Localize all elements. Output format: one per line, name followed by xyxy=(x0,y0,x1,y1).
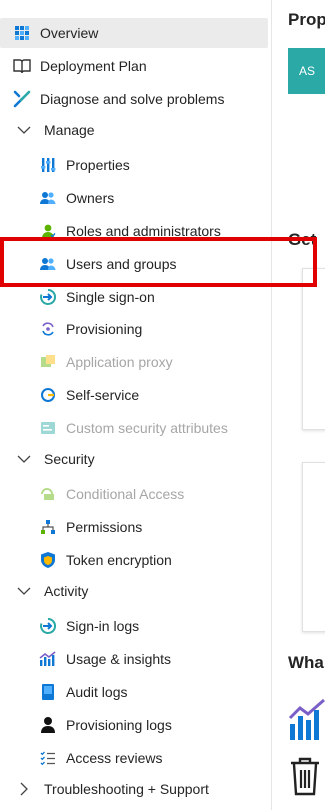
nav-label: Properties xyxy=(66,157,130,173)
self-service-icon xyxy=(38,385,58,405)
book-icon xyxy=(12,56,32,76)
wrench-icon xyxy=(12,89,32,109)
sign-in-icon xyxy=(38,616,58,636)
nav-label: Custom security attributes xyxy=(66,420,228,436)
overview-grid-icon xyxy=(12,23,32,43)
nav-audit-logs[interactable]: Audit logs xyxy=(0,677,268,707)
permissions-icon xyxy=(38,517,58,537)
app-avatar: AS xyxy=(288,48,325,94)
nav-label: Diagnose and solve problems xyxy=(40,91,225,107)
conditional-access-icon xyxy=(38,484,58,504)
nav-label: Usage & insights xyxy=(66,651,172,667)
highlight-box xyxy=(0,237,317,287)
nav-label: Overview xyxy=(40,25,99,41)
section-label: Activity xyxy=(44,583,89,599)
nav-label: Application proxy xyxy=(66,354,173,370)
nav-usage-insights[interactable]: Usage & insights xyxy=(0,644,268,674)
nav-owners[interactable]: Owners xyxy=(0,183,268,213)
insights-icon xyxy=(288,698,325,747)
insights-icon xyxy=(38,649,58,669)
nav-label: Owners xyxy=(66,190,115,206)
section-label: Troubleshooting + Support xyxy=(44,781,209,797)
app-proxy-icon xyxy=(38,352,58,372)
nav-label: Access reviews xyxy=(66,750,163,766)
section-troubleshooting-support[interactable]: Troubleshooting + Support xyxy=(0,774,268,804)
nav-label: Permissions xyxy=(66,519,143,535)
nav-label: Provisioning logs xyxy=(66,717,172,733)
shield-icon xyxy=(38,550,58,570)
custom-attributes-icon xyxy=(38,418,58,438)
access-reviews-icon xyxy=(38,748,58,768)
nav-conditional-access[interactable]: Conditional Access xyxy=(0,479,268,509)
nav-label: Provisioning xyxy=(66,321,143,337)
nav-application-proxy[interactable]: Application proxy xyxy=(0,347,268,377)
nav-overview[interactable]: Overview xyxy=(0,18,268,48)
left-nav: Overview Deployment Plan Diagnose and so… xyxy=(0,0,272,810)
whats-new-heading: Wha xyxy=(288,653,324,672)
nav-deployment-plan[interactable]: Deployment Plan xyxy=(0,51,268,81)
sso-icon xyxy=(38,287,58,307)
section-activity[interactable]: Activity xyxy=(0,576,268,606)
nav-token-encryption[interactable]: Token encryption xyxy=(0,545,268,575)
chevron-right-icon xyxy=(14,779,34,799)
section-label: Security xyxy=(44,451,95,467)
section-manage[interactable]: Manage xyxy=(0,115,268,145)
nav-label: Conditional Access xyxy=(66,486,185,502)
nav-label: Deployment Plan xyxy=(40,58,147,74)
getting-started-card[interactable] xyxy=(302,462,325,632)
audit-icon xyxy=(38,682,58,702)
chevron-down-icon xyxy=(14,120,34,140)
nav-access-reviews[interactable]: Access reviews xyxy=(0,743,268,773)
properties-heading: Prop xyxy=(288,10,325,29)
provisioning-icon xyxy=(38,319,58,339)
nav-properties[interactable]: Properties xyxy=(0,150,268,180)
trash-icon[interactable] xyxy=(288,756,322,801)
section-label: Manage xyxy=(44,122,95,138)
person-icon xyxy=(38,715,58,735)
nav-provisioning[interactable]: Provisioning xyxy=(0,314,268,344)
nav-diagnose[interactable]: Diagnose and solve problems xyxy=(0,84,268,114)
chevron-down-icon xyxy=(14,449,34,469)
owners-icon xyxy=(38,188,58,208)
getting-started-card[interactable] xyxy=(302,268,325,430)
nav-provisioning-logs[interactable]: Provisioning logs xyxy=(0,710,268,740)
nav-label: Self-service xyxy=(66,387,140,403)
nav-label: Audit logs xyxy=(66,684,128,700)
nav-label: Single sign-on xyxy=(66,289,155,305)
nav-label: Sign-in logs xyxy=(66,618,140,634)
nav-custom-security-attributes[interactable]: Custom security attributes xyxy=(0,413,268,443)
section-security[interactable]: Security xyxy=(0,444,268,474)
chevron-down-icon xyxy=(14,581,34,601)
nav-self-service[interactable]: Self-service xyxy=(0,380,268,410)
nav-permissions[interactable]: Permissions xyxy=(0,512,268,542)
avatar-initials: AS xyxy=(298,64,315,78)
main-content: Prop AS Get Wha xyxy=(272,0,325,810)
properties-icon xyxy=(38,155,58,175)
nav-label: Token encryption xyxy=(66,552,172,568)
nav-sign-in-logs[interactable]: Sign-in logs xyxy=(0,611,268,641)
